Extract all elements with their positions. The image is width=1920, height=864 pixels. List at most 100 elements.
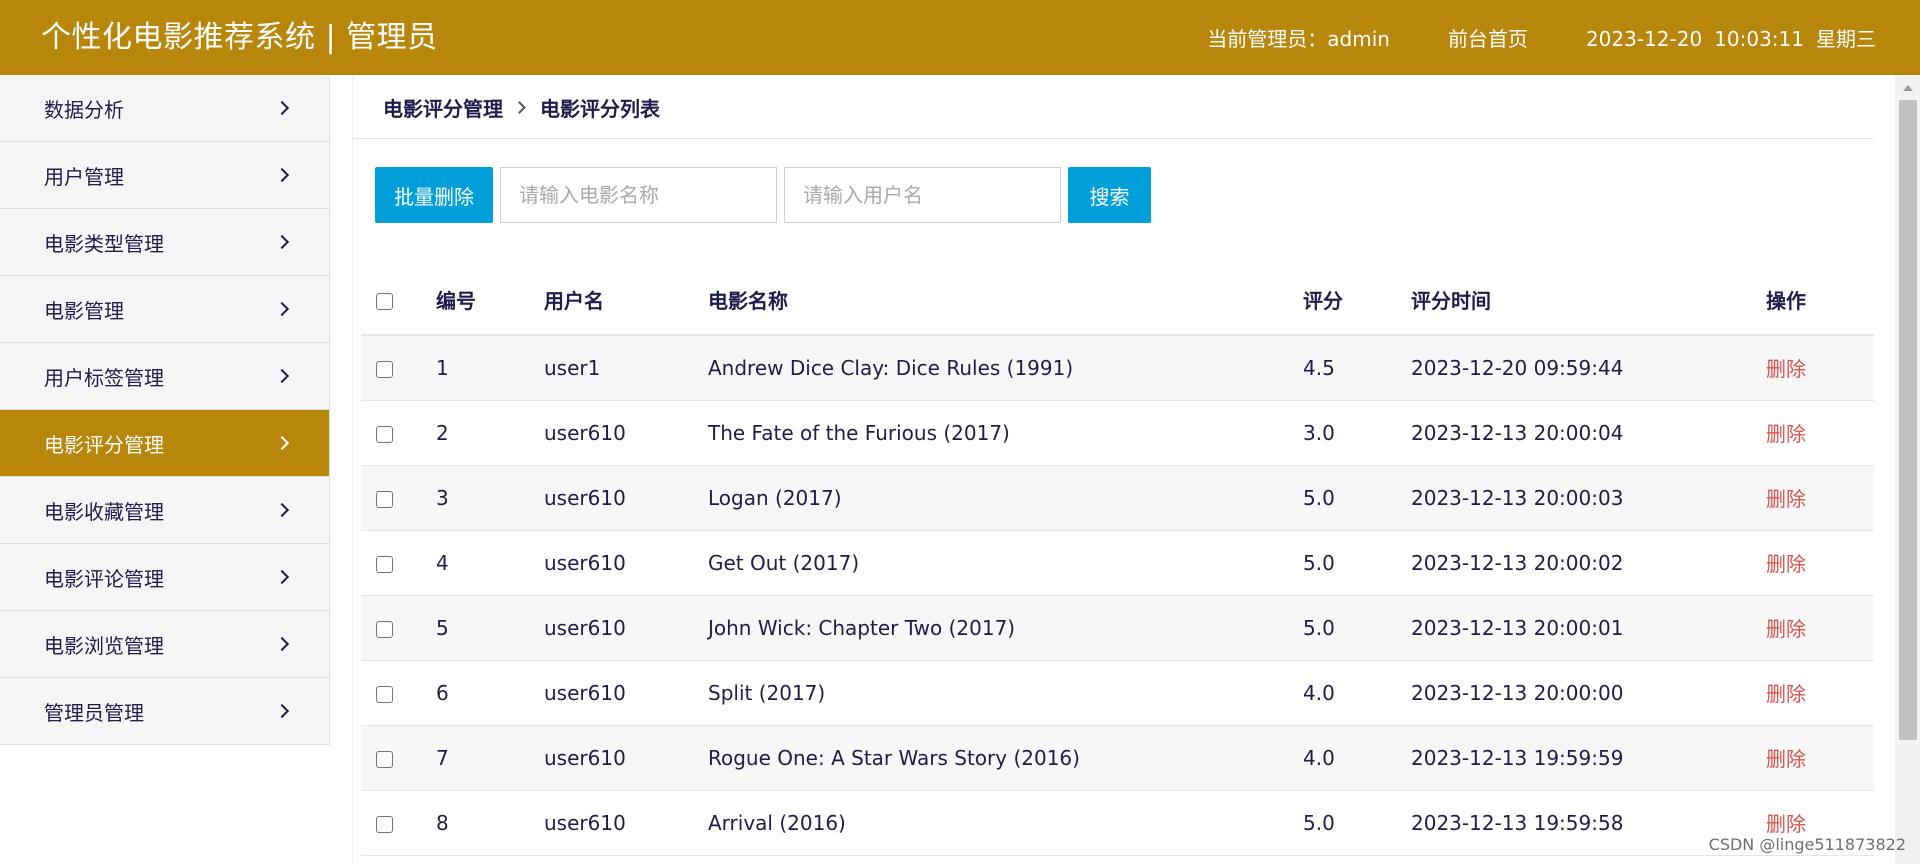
select-all-cell bbox=[361, 265, 436, 336]
sidebar-item-movie-browse-management[interactable]: 电影浏览管理 bbox=[0, 611, 329, 678]
cell-rating-time: 2023-12-13 20:00:01 bbox=[1411, 595, 1766, 661]
cell-action: 删除 bbox=[1766, 335, 1874, 401]
cell-id: 5 bbox=[436, 595, 544, 661]
sidebar-item-movie-management[interactable]: 电影管理 bbox=[0, 276, 329, 343]
time-text: 10:03:11 bbox=[1714, 27, 1804, 51]
column-header-score: 评分 bbox=[1303, 265, 1411, 336]
cell-movie-name: John Wick: Chapter Two (2017) bbox=[708, 595, 1303, 661]
cell-id: 8 bbox=[436, 790, 544, 856]
delete-link[interactable]: 删除 bbox=[1766, 812, 1806, 836]
search-button[interactable]: 搜索 bbox=[1068, 167, 1151, 223]
cell-movie-name: Get Out (2017) bbox=[708, 530, 1303, 596]
row-select-cell bbox=[361, 790, 436, 856]
sidebar-item-label: 管理员管理 bbox=[44, 700, 144, 725]
chevron-right-icon bbox=[274, 435, 290, 451]
cell-username: user610 bbox=[544, 465, 708, 531]
cell-rating-time: 2023-12-13 20:00:02 bbox=[1411, 530, 1766, 596]
sidebar-item-label: 电影评分管理 bbox=[44, 432, 164, 457]
cell-movie-name: Andrew Dice Clay: Dice Rules (1991) bbox=[708, 335, 1303, 401]
delete-link[interactable]: 删除 bbox=[1766, 747, 1806, 771]
header-info: 当前管理员：admin 前台首页 2023-12-20 10:03:11 星期三 bbox=[1207, 0, 1876, 75]
cell-id: 1 bbox=[436, 335, 544, 401]
cell-username: user610 bbox=[544, 790, 708, 856]
front-home-link[interactable]: 前台首页 bbox=[1448, 23, 1528, 52]
table-row: 6 user610 Split (2017) 4.0 2023-12-13 20… bbox=[361, 660, 1874, 726]
table-row: 1 user1 Andrew Dice Clay: Dice Rules (19… bbox=[361, 335, 1874, 401]
column-header-id: 编号 bbox=[436, 265, 544, 336]
cell-score: 4.0 bbox=[1303, 725, 1411, 791]
row-checkbox[interactable] bbox=[376, 815, 393, 833]
sidebar-item-label: 数据分析 bbox=[44, 97, 124, 122]
username-search-input[interactable] bbox=[784, 167, 1061, 223]
cell-id: 3 bbox=[436, 465, 544, 531]
cell-score: 3.0 bbox=[1303, 400, 1411, 466]
cell-rating-time: 2023-12-13 19:59:59 bbox=[1411, 725, 1766, 791]
sidebar-item-data-analysis[interactable]: 数据分析 bbox=[0, 75, 329, 142]
cell-rating-time: 2023-12-13 20:00:04 bbox=[1411, 400, 1766, 466]
chevron-right-icon bbox=[274, 167, 290, 183]
cell-score: 5.0 bbox=[1303, 530, 1411, 596]
row-select-cell bbox=[361, 595, 436, 661]
cell-movie-name: Logan (2017) bbox=[708, 465, 1303, 531]
sidebar-item-label: 电影收藏管理 bbox=[44, 499, 164, 524]
row-checkbox[interactable] bbox=[376, 425, 393, 443]
sidebar-item-label: 电影类型管理 bbox=[44, 231, 164, 256]
sidebar-item-user-tag-management[interactable]: 用户标签管理 bbox=[0, 343, 329, 410]
scrollbar-thumb[interactable] bbox=[1899, 100, 1917, 740]
sidebar-item-label: 电影评论管理 bbox=[44, 566, 164, 591]
sidebar-item-label: 电影浏览管理 bbox=[44, 633, 164, 658]
cell-movie-name: Split (2017) bbox=[708, 660, 1303, 726]
table-row: 4 user610 Get Out (2017) 5.0 2023-12-13 … bbox=[361, 530, 1874, 596]
sidebar-item-movie-rating-management[interactable]: 电影评分管理 bbox=[0, 410, 329, 477]
movie-name-search-input[interactable] bbox=[500, 167, 777, 223]
current-admin-label: 当前管理员：admin bbox=[1207, 27, 1390, 51]
sidebar-item-label: 电影管理 bbox=[44, 298, 124, 323]
table-header-row: 编号 用户名 电影名称 评分 评分时间 操作 bbox=[361, 265, 1874, 336]
cell-id: 2 bbox=[436, 400, 544, 466]
delete-link[interactable]: 删除 bbox=[1766, 357, 1806, 381]
cell-score: 4.0 bbox=[1303, 660, 1411, 726]
delete-link[interactable]: 删除 bbox=[1766, 682, 1806, 706]
cell-rating-time: 2023-12-13 20:00:03 bbox=[1411, 465, 1766, 531]
row-checkbox[interactable] bbox=[376, 360, 393, 378]
cell-rating-time: 2023-12-13 20:00:00 bbox=[1411, 660, 1766, 726]
select-all-checkbox[interactable] bbox=[376, 292, 393, 310]
chevron-right-icon bbox=[274, 703, 290, 719]
cell-username: user610 bbox=[544, 530, 708, 596]
row-checkbox[interactable] bbox=[376, 620, 393, 638]
sidebar-item-label: 用户管理 bbox=[44, 164, 124, 189]
sidebar-item-admin-management[interactable]: 管理员管理 bbox=[0, 678, 329, 745]
vertical-scrollbar[interactable] bbox=[1895, 75, 1920, 864]
cell-score: 5.0 bbox=[1303, 790, 1411, 856]
cell-id: 4 bbox=[436, 530, 544, 596]
chevron-right-icon bbox=[274, 234, 290, 250]
row-checkbox[interactable] bbox=[376, 685, 393, 703]
breadcrumb-parent[interactable]: 电影评分管理 bbox=[383, 93, 503, 122]
cell-id: 6 bbox=[436, 660, 544, 726]
batch-delete-button[interactable]: 批量删除 bbox=[375, 167, 493, 223]
sidebar-item-user-management[interactable]: 用户管理 bbox=[0, 142, 329, 209]
delete-link[interactable]: 删除 bbox=[1766, 617, 1806, 641]
cell-score: 5.0 bbox=[1303, 465, 1411, 531]
sidebar-item-movie-type-management[interactable]: 电影类型管理 bbox=[0, 209, 329, 276]
column-header-movie-name: 电影名称 bbox=[708, 265, 1303, 336]
row-checkbox[interactable] bbox=[376, 490, 393, 508]
delete-link[interactable]: 删除 bbox=[1766, 422, 1806, 446]
breadcrumb: 电影评分管理 电影评分列表 bbox=[383, 75, 660, 140]
scroll-up-arrow-icon[interactable] bbox=[1903, 85, 1913, 91]
cell-action: 删除 bbox=[1766, 465, 1874, 531]
row-select-cell bbox=[361, 725, 436, 791]
cell-action: 删除 bbox=[1766, 595, 1874, 661]
sidebar-item-movie-comment-management[interactable]: 电影评论管理 bbox=[0, 544, 329, 611]
row-checkbox[interactable] bbox=[376, 750, 393, 768]
breadcrumb-divider bbox=[353, 138, 1873, 139]
main-content: 电影评分管理 电影评分列表 批量删除 搜索 编号 用户名 电影名称 评分 评分时… bbox=[352, 75, 1874, 864]
row-checkbox[interactable] bbox=[376, 555, 393, 573]
table-row: 7 user610 Rogue One: A Star Wars Story (… bbox=[361, 725, 1874, 791]
row-select-cell bbox=[361, 465, 436, 531]
delete-link[interactable]: 删除 bbox=[1766, 487, 1806, 511]
cell-username: user610 bbox=[544, 725, 708, 791]
delete-link[interactable]: 删除 bbox=[1766, 552, 1806, 576]
sidebar-item-movie-favorite-management[interactable]: 电影收藏管理 bbox=[0, 477, 329, 544]
rating-table: 编号 用户名 电影名称 评分 评分时间 操作 1 user1 Andrew Di… bbox=[361, 265, 1874, 856]
